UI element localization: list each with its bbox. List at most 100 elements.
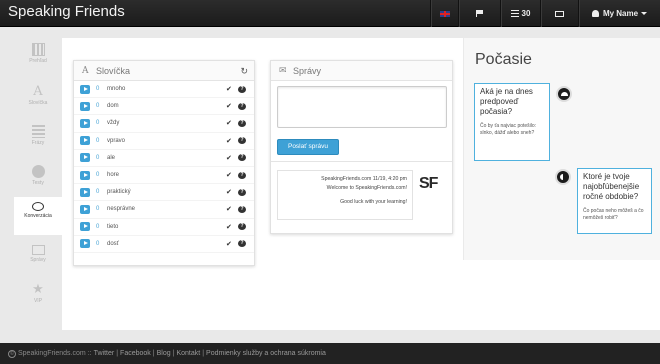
- footer-link-blog[interactable]: Blog: [157, 350, 171, 357]
- sidebar-item-messages[interactable]: Správy: [14, 240, 62, 278]
- sidebar-item-label: Frázy: [31, 140, 45, 146]
- words-panel-header: A Slovíčka ↻: [74, 61, 254, 81]
- question-icon[interactable]: ?: [238, 171, 246, 179]
- question-text: Aká je na dnes predpoveď počasia?: [480, 87, 533, 116]
- question-icon[interactable]: ?: [238, 154, 246, 162]
- sidebar-item-conversation[interactable]: Konverzácia: [14, 197, 62, 235]
- message-line: Good luck with your learning!: [340, 199, 407, 205]
- word-text: ale: [107, 154, 116, 161]
- sidebar-item-phrases[interactable]: Frázy: [14, 120, 62, 158]
- message-textarea[interactable]: [277, 86, 447, 128]
- play-icon[interactable]: [80, 187, 90, 197]
- word-text: mnoho: [107, 86, 126, 93]
- word-count: 0: [96, 189, 100, 196]
- check-icon[interactable]: ✔: [226, 205, 238, 213]
- messages-count-button[interactable]: 30: [500, 0, 540, 27]
- list-item: 0 vpravo ✔ ?: [74, 133, 254, 150]
- envelope-icon: [555, 10, 564, 17]
- question-icon[interactable]: ?: [238, 85, 246, 93]
- font-icon: A: [82, 65, 89, 76]
- list-item: 0 tieto ✔ ?: [74, 219, 254, 236]
- play-icon[interactable]: [80, 170, 90, 180]
- play-icon[interactable]: [80, 204, 90, 214]
- question-icon[interactable]: ?: [238, 240, 246, 248]
- word-text: nesprávne: [107, 206, 136, 213]
- word-text: vždy: [107, 120, 120, 127]
- question-bubble[interactable]: Ktoré je tvoje najobľúbenejšie ročné obd…: [577, 168, 652, 234]
- check-icon[interactable]: ✔: [226, 171, 238, 179]
- sidebar-item-tests[interactable]: Testy: [14, 160, 62, 198]
- language-switch[interactable]: [430, 0, 458, 27]
- message-meta: SpeakingFriends.com 11/19, 4:20 pm: [321, 176, 407, 182]
- check-icon[interactable]: ✔: [226, 85, 238, 93]
- footer-link-terms[interactable]: Podmienky služby a ochrana súkromia: [206, 350, 326, 357]
- uk-flag-icon: [439, 10, 450, 17]
- question-icon[interactable]: ?: [238, 137, 246, 145]
- sidebar-item-words[interactable]: A Slovíčka: [14, 80, 62, 118]
- flag-icon: [476, 10, 483, 17]
- caret-down-icon: [641, 12, 648, 15]
- footer-link-contact[interactable]: Kontakt: [176, 350, 200, 357]
- user-menu[interactable]: My Name: [578, 0, 660, 27]
- words-panel: A Slovíčka ↻ 0 mnoho ✔ ? 0 dom ✔ ? 0 vžd…: [73, 60, 255, 266]
- word-count: 0: [96, 154, 100, 161]
- footer-link-twitter[interactable]: Twitter: [94, 350, 115, 357]
- list-item: 0 mnoho ✔ ?: [74, 81, 254, 99]
- play-icon[interactable]: [80, 136, 90, 146]
- list-item: 0 nesprávne ✔ ?: [74, 201, 254, 219]
- word-count: 0: [96, 223, 100, 230]
- word-count: 0: [96, 86, 100, 93]
- notifications-button[interactable]: [458, 0, 500, 27]
- word-text: dosť: [107, 240, 119, 247]
- question-hint: Čo počas neho môžeš a čo nemôžeš robiť?: [583, 208, 644, 221]
- question-icon[interactable]: ?: [238, 102, 246, 110]
- question-icon[interactable]: ?: [238, 223, 246, 231]
- brand-logo[interactable]: Speaking Friends: [8, 3, 125, 20]
- footer-separator: |: [202, 350, 205, 357]
- sidebar-item-overview[interactable]: Prehľad: [14, 38, 62, 76]
- envelope-icon: [31, 245, 45, 255]
- question-bubble[interactable]: Aká je na dnes predpoveď počasia? Čo by …: [474, 83, 550, 161]
- sidebar-item-label: VIP: [33, 298, 43, 304]
- sidebar-item-vip[interactable]: ★ VIP: [14, 278, 62, 316]
- play-icon[interactable]: [80, 239, 90, 249]
- mail-button[interactable]: [540, 0, 578, 27]
- footer-link-facebook[interactable]: Facebook: [120, 350, 151, 357]
- message-item: SpeakingFriends.com 11/19, 4:20 pm Welco…: [277, 170, 413, 220]
- question-text: Ktoré je tvoje najobľúbenejšie ročné obd…: [583, 172, 640, 201]
- check-icon[interactable]: ✔: [226, 119, 238, 127]
- footer: © SpeakingFriends.com :: Twitter | Faceb…: [0, 343, 660, 364]
- list-icon: [31, 125, 45, 138]
- messages-panel: ✉ Správy Poslať správu SpeakingFriends.c…: [270, 60, 453, 234]
- check-icon[interactable]: ✔: [226, 240, 238, 248]
- top-navbar: Speaking Friends 30 My Name: [0, 0, 660, 27]
- play-icon[interactable]: [80, 153, 90, 163]
- messages-panel-title: Správy: [293, 65, 322, 76]
- play-icon[interactable]: [80, 101, 90, 111]
- play-icon[interactable]: [80, 118, 90, 128]
- word-text: hore: [107, 172, 120, 179]
- list-item: 0 dosť ✔ ?: [74, 236, 254, 253]
- word-text: vpravo: [107, 137, 126, 144]
- check-icon[interactable]: ✔: [226, 154, 238, 162]
- footer-separator: ::: [87, 350, 92, 357]
- play-icon[interactable]: [80, 222, 90, 232]
- conversation-title: Počasie: [475, 51, 532, 68]
- check-icon[interactable]: ✔: [226, 102, 238, 110]
- word-count: 0: [96, 103, 100, 110]
- send-message-button[interactable]: Poslať správu: [277, 139, 339, 155]
- question-icon[interactable]: ?: [238, 188, 246, 196]
- question-icon[interactable]: ?: [238, 119, 246, 127]
- check-icon[interactable]: ✔: [226, 137, 238, 145]
- question-hint: Čo by ťa najviac potešilo: slnko, dážď a…: [480, 123, 537, 136]
- list-item: 0 hore ✔ ?: [74, 167, 254, 185]
- question-icon[interactable]: ?: [238, 205, 246, 213]
- font-icon: A: [33, 84, 43, 99]
- play-icon[interactable]: [80, 84, 90, 94]
- check-icon[interactable]: ✔: [226, 223, 238, 231]
- footer-separator: |: [172, 350, 175, 357]
- refresh-icon[interactable]: ↻: [240, 66, 248, 77]
- footer-separator: |: [152, 350, 155, 357]
- check-icon[interactable]: ✔: [226, 188, 238, 196]
- word-count: 0: [96, 137, 100, 144]
